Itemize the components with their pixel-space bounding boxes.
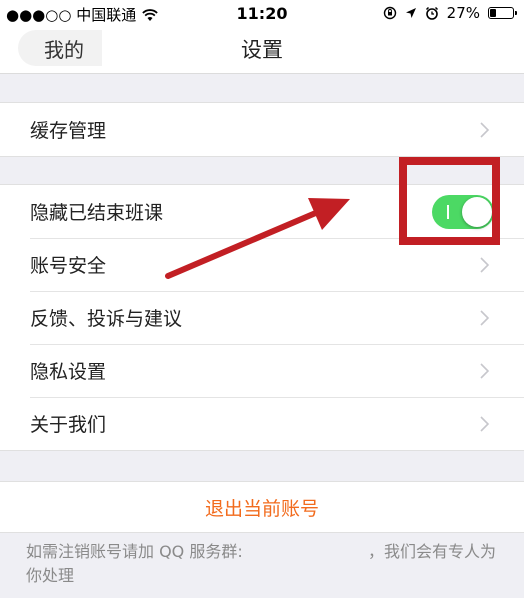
footer-note-right: ，我们会有专人为 xyxy=(367,542,496,561)
settings-item-account-security[interactable]: 账号安全 xyxy=(0,238,524,291)
footer-note-line2: 你处理 xyxy=(26,566,75,585)
chevron-right-icon xyxy=(480,257,490,273)
status-right: 27% xyxy=(383,4,517,22)
settings-item-label: 反馈、投诉与建议 xyxy=(30,308,183,330)
settings-item-label: 隐藏已结束班课 xyxy=(30,202,164,224)
chevron-right-icon xyxy=(480,363,490,379)
back-button[interactable]: 我的 xyxy=(18,30,102,66)
chevron-right-icon xyxy=(480,416,490,432)
settings-item-label: 缓存管理 xyxy=(30,120,107,142)
chevron-right-icon xyxy=(480,122,490,138)
orientation-lock-icon xyxy=(383,6,396,20)
footer-note-left: 如需注销账号请加 QQ 服务群: xyxy=(26,542,243,561)
nav-bar: 我的 设置 xyxy=(0,26,524,74)
back-button-label: 我的 xyxy=(44,37,84,62)
battery-fill xyxy=(490,9,496,17)
status-bar: ●●●○○ 中国联通 11:20 27% xyxy=(0,0,524,26)
settings-item-privacy[interactable]: 隐私设置 xyxy=(0,344,524,397)
settings-item-label: 隐私设置 xyxy=(30,361,107,383)
logout-button[interactable]: 退出当前账号 xyxy=(0,481,524,533)
settings-item-feedback[interactable]: 反馈、投诉与建议 xyxy=(0,291,524,344)
annotation-highlight-box xyxy=(399,157,500,245)
footer-note: 如需注销账号请加 QQ 服务群: ，我们会有专人为 你处理 xyxy=(26,540,496,588)
settings-group-storage: 缓存管理 xyxy=(0,102,524,157)
settings-item-cache[interactable]: 缓存管理 xyxy=(0,103,524,156)
settings-item-label: 关于我们 xyxy=(30,414,107,436)
settings-item-about-us[interactable]: 关于我们 xyxy=(0,397,524,450)
location-icon xyxy=(405,8,416,18)
battery-tip xyxy=(515,11,517,15)
alarm-icon xyxy=(425,6,438,20)
battery-icon xyxy=(488,7,517,19)
battery-percent: 27% xyxy=(446,4,480,22)
settings-item-label: 账号安全 xyxy=(30,255,107,277)
footer-note-line1: 如需注销账号请加 QQ 服务群: ，我们会有专人为 xyxy=(26,540,496,564)
logout-label: 退出当前账号 xyxy=(204,497,319,520)
chevron-right-icon xyxy=(480,310,490,326)
